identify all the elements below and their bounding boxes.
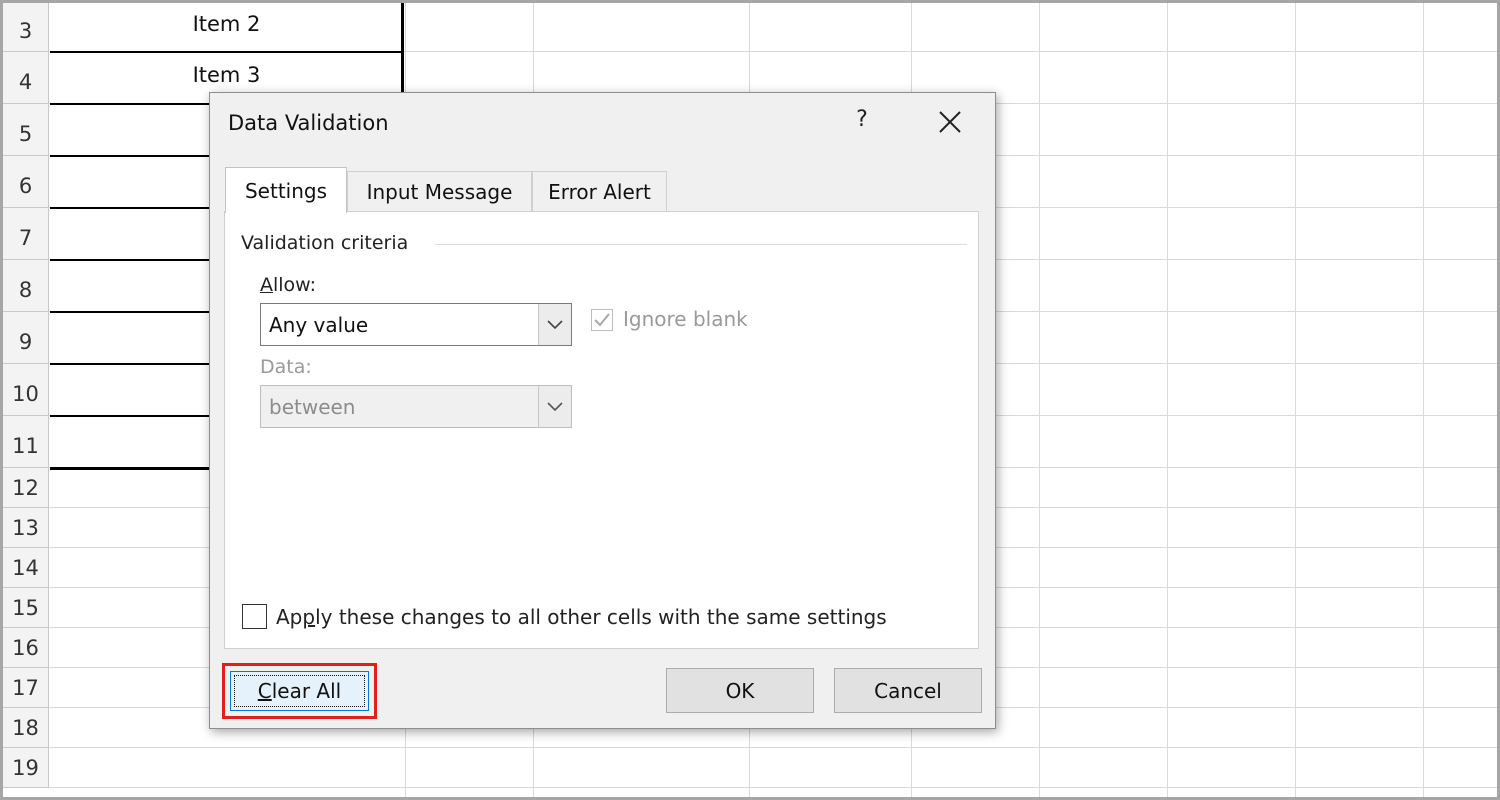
tab-settings[interactable]: Settings (225, 167, 347, 213)
row-header[interactable]: 6 (3, 156, 49, 208)
row-header[interactable]: 12 (3, 468, 49, 508)
apply-label-pre: Ap (276, 605, 303, 629)
checkmark-icon (594, 313, 610, 327)
clear-all-highlight: Clear All (222, 663, 377, 719)
allow-label-text: llow: (273, 274, 317, 296)
focus-ring (234, 675, 365, 707)
row-header[interactable]: 10 (3, 364, 49, 416)
close-button[interactable] (935, 107, 965, 137)
allow-label: Allow: (260, 274, 316, 296)
ignore-blank-label: Ignore blank (623, 307, 748, 331)
row-header[interactable]: 17 (3, 668, 49, 708)
row-header[interactable]: 7 (3, 208, 49, 260)
chevron-down-icon (547, 401, 563, 411)
apply-label-post: ly these changes to all other cells with… (315, 605, 887, 629)
group-divider (435, 244, 967, 245)
row-header[interactable]: 13 (3, 508, 49, 548)
row-header[interactable]: 19 (3, 748, 49, 788)
tab-input-message[interactable]: Input Message (347, 171, 532, 211)
row-header[interactable]: 5 (3, 104, 49, 156)
allow-hotkey: A (260, 274, 273, 296)
close-icon (939, 111, 961, 133)
row-header[interactable]: 14 (3, 548, 49, 588)
cancel-button[interactable]: Cancel (834, 668, 982, 713)
data-validation-dialog: Data Validation ? Settings Input Message… (209, 92, 996, 729)
data-dropdown[interactable]: between (260, 385, 572, 428)
data-value: between (269, 395, 356, 419)
chevron-down-icon (547, 319, 563, 329)
data-dropdown-button[interactable] (538, 386, 571, 427)
column-gridline (1423, 3, 1424, 797)
ok-button[interactable]: OK (666, 668, 814, 713)
row-header[interactable]: 18 (3, 708, 49, 748)
apply-all-checkbox[interactable] (242, 604, 267, 629)
row-header[interactable]: 9 (3, 312, 49, 364)
help-button[interactable]: ? (850, 107, 874, 132)
validation-criteria-label: Validation criteria (241, 232, 417, 254)
allow-dropdown-button[interactable] (538, 304, 571, 345)
column-gridline (1039, 3, 1040, 797)
allow-value: Any value (269, 313, 369, 337)
apply-all-label: Apply these changes to all other cells w… (276, 605, 887, 629)
cell-a[interactable]: Item 2 (50, 3, 403, 52)
row-header[interactable]: 8 (3, 260, 49, 312)
tab-error-alert[interactable]: Error Alert (532, 171, 667, 211)
row-header[interactable]: 11 (3, 416, 49, 468)
settings-panel: Validation criteria Allow: Any value Ign… (224, 211, 979, 649)
row-header[interactable]: 3 (3, 3, 49, 52)
row-header[interactable]: 15 (3, 588, 49, 628)
row-header[interactable]: 16 (3, 628, 49, 668)
ignore-blank-checkbox[interactable] (591, 309, 613, 331)
row-header[interactable]: 4 (3, 52, 49, 104)
dialog-title: Data Validation (228, 111, 389, 135)
spreadsheet-window: 3Item 24Item 35It6It7It8It9It10It11Ite12… (0, 0, 1500, 800)
column-gridline (1167, 3, 1168, 797)
clear-all-button[interactable]: Clear All (230, 671, 369, 711)
apply-hotkey: p (302, 605, 316, 629)
column-gridline (1295, 3, 1296, 797)
data-label: Data: (260, 356, 312, 378)
allow-dropdown[interactable]: Any value (260, 303, 572, 346)
cell-a[interactable] (50, 748, 403, 788)
